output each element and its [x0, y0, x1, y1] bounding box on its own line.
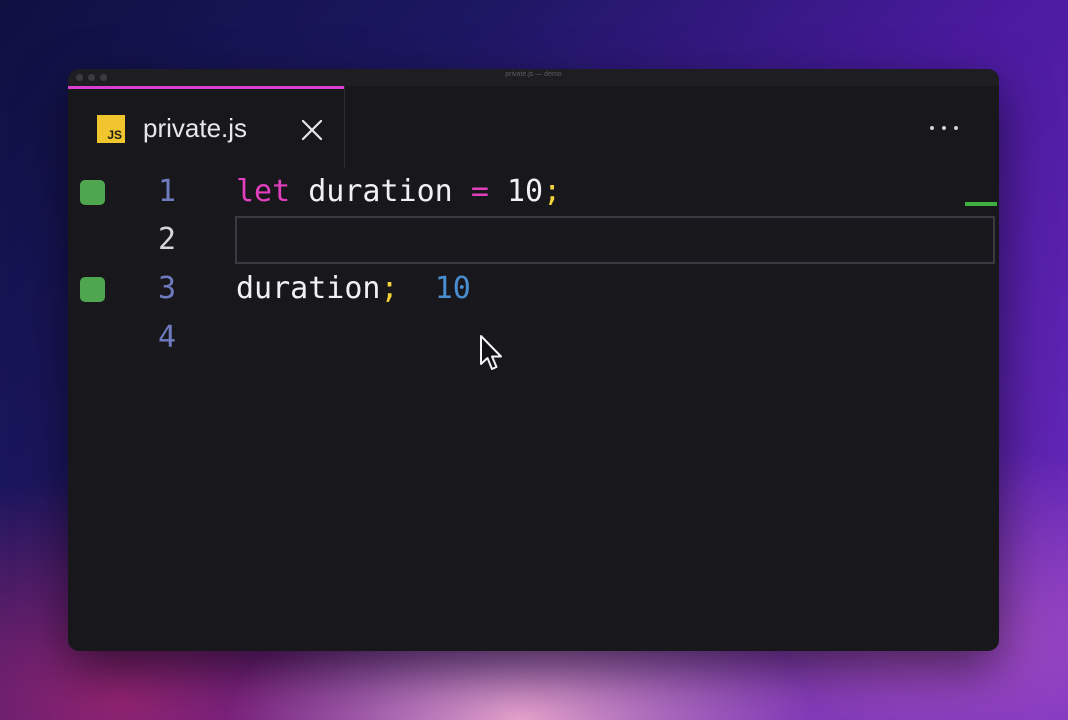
- window-title: private.js — demo: [505, 71, 562, 78]
- more-dot-icon: [942, 126, 946, 130]
- mouse-pointer-icon: [480, 335, 502, 370]
- line-number: 2: [157, 222, 176, 257]
- semicolon-token: ;: [543, 174, 562, 209]
- code-line-3[interactable]: duration; 10: [236, 269, 471, 309]
- tab-bar: JS private.js: [68, 86, 999, 168]
- javascript-file-icon: JS: [97, 115, 125, 143]
- number-token: 10: [506, 174, 544, 209]
- semicolon-token: ;: [380, 271, 399, 306]
- code-editor[interactable]: 1 let duration = 10; 2 3 duration; 10 4: [68, 168, 999, 651]
- tab-divider: [344, 86, 345, 168]
- line-number: 1: [157, 174, 176, 209]
- more-dot-icon: [954, 126, 958, 130]
- close-icon[interactable]: [300, 118, 324, 142]
- operator-token: =: [470, 174, 489, 209]
- keyword-token: let: [236, 174, 291, 209]
- line-number: 3: [157, 271, 176, 306]
- gutter-marker[interactable]: [80, 277, 105, 302]
- tab-private-js[interactable]: JS private.js: [68, 86, 344, 168]
- more-dot-icon: [930, 126, 934, 130]
- minimap-indicator: [965, 202, 997, 206]
- title-bar: private.js — demo: [68, 69, 999, 86]
- tab-label: private.js: [143, 113, 248, 143]
- line-number: 4: [157, 320, 176, 355]
- more-actions-button[interactable]: [928, 123, 962, 133]
- inline-result: 10: [434, 271, 471, 306]
- gutter-marker[interactable]: [80, 180, 105, 205]
- code-line-1[interactable]: let duration = 10;: [236, 172, 561, 212]
- identifier-token: duration: [236, 271, 381, 306]
- identifier-token: duration: [308, 174, 453, 209]
- editor-window: private.js — demo JS private.js 1 let du…: [68, 69, 999, 651]
- current-line-highlight[interactable]: [235, 216, 995, 264]
